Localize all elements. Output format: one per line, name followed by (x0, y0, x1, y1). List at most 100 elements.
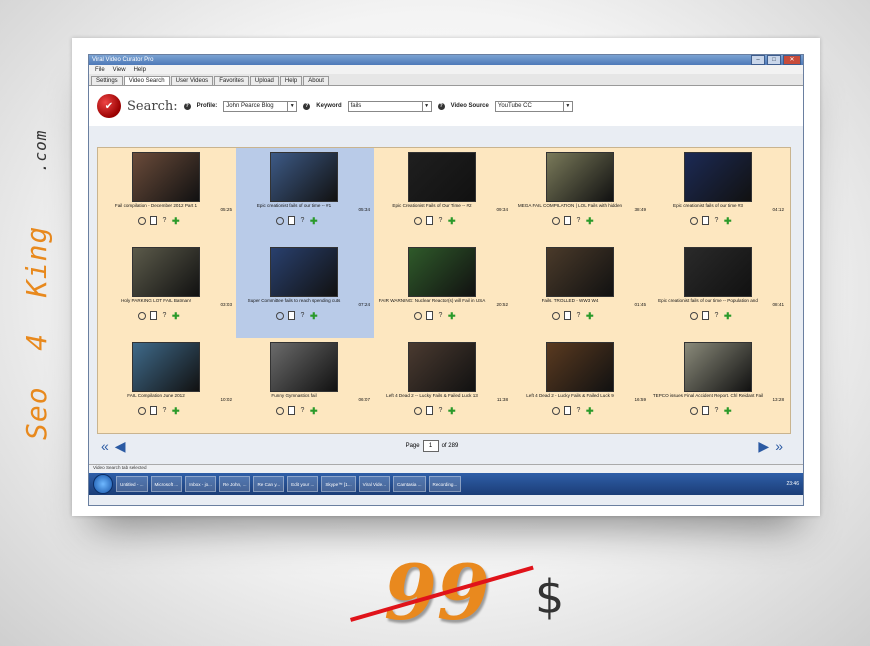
add-icon[interactable]: ✚ (172, 311, 180, 320)
document-icon[interactable] (288, 406, 295, 415)
video-card[interactable]: Super Committee fails to reach spending … (236, 243, 374, 338)
video-thumbnail[interactable] (408, 342, 476, 392)
taskbar-item[interactable]: Edit your ... (287, 476, 319, 492)
help-icon[interactable]: ? (437, 102, 445, 110)
document-icon[interactable] (564, 406, 571, 415)
taskbar-item[interactable]: Re John, ... (218, 476, 251, 492)
start-button[interactable] (93, 474, 113, 494)
document-icon[interactable] (426, 311, 433, 320)
add-icon[interactable]: ✚ (172, 406, 180, 415)
question-icon[interactable]: ? (299, 312, 306, 320)
document-icon[interactable] (564, 216, 571, 225)
question-icon[interactable]: ? (437, 407, 444, 415)
tab-favorites[interactable]: Favorites (214, 76, 249, 85)
help-icon[interactable]: ? (303, 102, 311, 110)
video-thumbnail[interactable] (546, 247, 614, 297)
question-icon[interactable]: ? (437, 217, 444, 225)
camera-icon[interactable] (138, 216, 146, 225)
video-thumbnail[interactable] (270, 342, 338, 392)
maximize-button[interactable]: □ (767, 55, 781, 65)
question-icon[interactable]: ? (713, 312, 720, 320)
add-icon[interactable]: ✚ (586, 311, 594, 320)
document-icon[interactable] (702, 311, 709, 320)
camera-icon[interactable] (552, 406, 560, 415)
video-thumbnail[interactable] (270, 247, 338, 297)
profile-select[interactable]: John Pearce Blog ▼ (223, 100, 298, 112)
add-icon[interactable]: ✚ (310, 311, 318, 320)
camera-icon[interactable] (690, 311, 698, 320)
question-icon[interactable]: ? (161, 312, 168, 320)
video-thumbnail[interactable] (132, 247, 200, 297)
video-card[interactable]: FAIR WARNING: Nuclear Reactor(s) will Fa… (374, 243, 512, 338)
video-thumbnail[interactable] (408, 247, 476, 297)
question-icon[interactable]: ? (713, 217, 720, 225)
camera-icon[interactable] (138, 311, 146, 320)
document-icon[interactable] (150, 311, 157, 320)
close-button[interactable]: ✕ (783, 55, 801, 65)
first-page-icon[interactable]: « (101, 438, 109, 454)
prev-page-icon[interactable]: ◀ (115, 438, 126, 455)
taskbar-item[interactable]: Viral Vide... (358, 476, 390, 492)
video-card[interactable]: MEGA FAIL COMPILATION | LOL Fails with h… (512, 148, 650, 243)
video-card[interactable]: FAIL Compilation June 2012 10:02? ✚ (98, 338, 236, 433)
add-icon[interactable]: ✚ (586, 406, 594, 415)
video-card[interactable]: Epic creationist fails of our time -- #1… (236, 148, 374, 243)
video-card[interactable]: TEPCO issues Final Accident Report. Chl … (650, 338, 788, 433)
camera-icon[interactable] (414, 216, 422, 225)
video-thumbnail[interactable] (684, 247, 752, 297)
camera-icon[interactable] (690, 406, 698, 415)
taskbar-item[interactable]: Untitled - ... (116, 476, 148, 492)
video-card[interactable]: Holy PARKING LOT FAIL Batman! 03:03? ✚ (98, 243, 236, 338)
video-card[interactable]: Fails. TROLLED - WW3 W4 01:45? ✚ (512, 243, 650, 338)
document-icon[interactable] (150, 406, 157, 415)
video-thumbnail[interactable] (684, 342, 752, 392)
video-card[interactable]: Funny Gymnastics fail 06:07? ✚ (236, 338, 374, 433)
question-icon[interactable]: ? (161, 217, 168, 225)
video-thumbnail[interactable] (408, 152, 476, 202)
video-card[interactable]: Left 4 Dead 2 -- Lucky Fails & Failed Lu… (374, 338, 512, 433)
add-icon[interactable]: ✚ (724, 216, 732, 225)
add-icon[interactable]: ✚ (310, 216, 318, 225)
minimize-button[interactable]: – (751, 55, 765, 65)
add-icon[interactable]: ✚ (448, 311, 456, 320)
camera-icon[interactable] (414, 311, 422, 320)
question-icon[interactable]: ? (299, 217, 306, 225)
document-icon[interactable] (426, 406, 433, 415)
taskbar-item[interactable]: Inbox - jo... (185, 476, 216, 492)
add-icon[interactable]: ✚ (724, 311, 732, 320)
camera-icon[interactable] (138, 406, 146, 415)
video-card[interactable]: Fail compilation - December 2012 Part 1 0… (98, 148, 236, 243)
tab-settings[interactable]: Settings (91, 76, 123, 85)
menu-help[interactable]: Help (134, 67, 146, 73)
camera-icon[interactable] (552, 311, 560, 320)
tab-help[interactable]: Help (279, 76, 303, 85)
keyword-input[interactable]: fails ▼ (347, 100, 432, 112)
tab-about[interactable]: About (303, 76, 329, 85)
add-icon[interactable]: ✚ (586, 216, 594, 225)
video-thumbnail[interactable] (684, 152, 752, 202)
question-icon[interactable]: ? (713, 407, 720, 415)
video-card[interactable]: Epic creationist fails of our time #3 04:… (650, 148, 788, 243)
video-thumbnail[interactable] (270, 152, 338, 202)
question-icon[interactable]: ? (161, 407, 168, 415)
add-icon[interactable]: ✚ (310, 406, 318, 415)
next-page-icon[interactable]: ▶ (758, 438, 769, 455)
add-icon[interactable]: ✚ (448, 406, 456, 415)
tab-video-search[interactable]: Video Search (123, 76, 170, 85)
camera-icon[interactable] (414, 406, 422, 415)
document-icon[interactable] (288, 216, 295, 225)
taskbar-item[interactable]: Skype™ [1... (321, 476, 356, 492)
camera-icon[interactable] (276, 311, 284, 320)
taskbar-item[interactable]: Recording... (428, 476, 462, 492)
camera-icon[interactable] (690, 216, 698, 225)
document-icon[interactable] (150, 216, 157, 225)
video-thumbnail[interactable] (546, 152, 614, 202)
video-thumbnail[interactable] (546, 342, 614, 392)
last-page-icon[interactable]: » (775, 438, 783, 454)
document-icon[interactable] (288, 311, 295, 320)
page-number-input[interactable]: 1 (422, 440, 439, 452)
taskbar-item[interactable]: Camtasia ... (393, 476, 426, 492)
question-icon[interactable]: ? (575, 312, 582, 320)
video-card[interactable]: Epic creationist fails of our time -- Po… (650, 243, 788, 338)
taskbar-item[interactable]: Microsoft ... (150, 476, 183, 492)
